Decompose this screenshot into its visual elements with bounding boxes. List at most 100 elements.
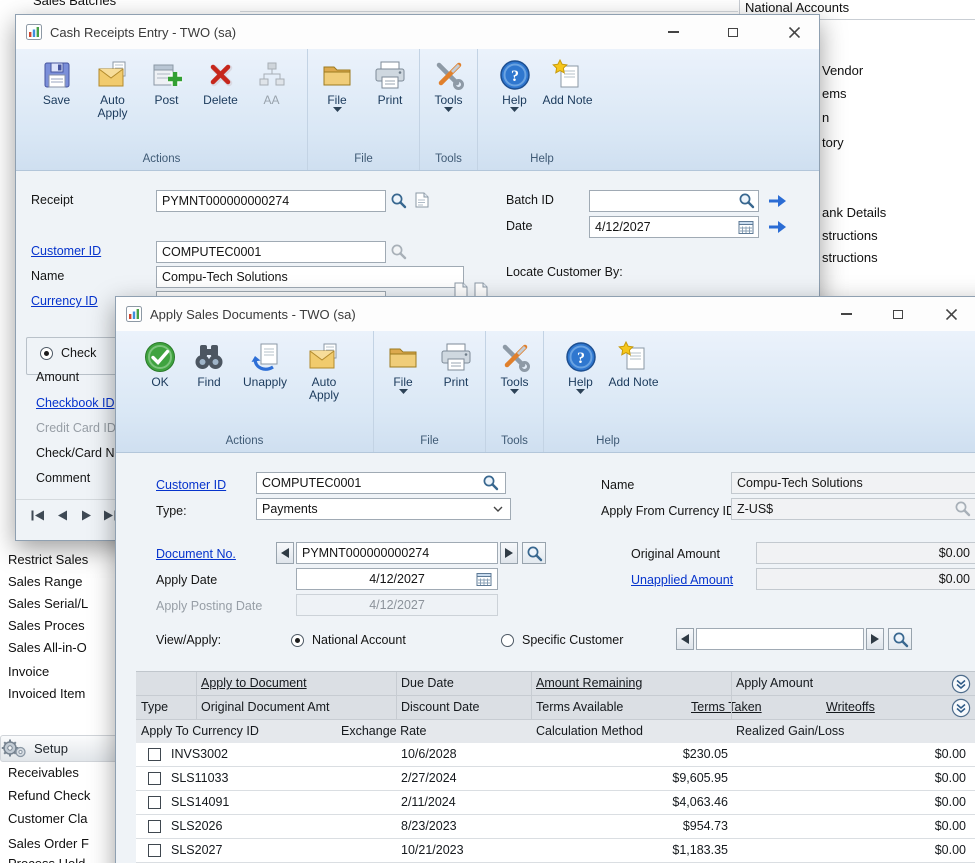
nav-item[interactable]: Customer Cla <box>8 811 87 826</box>
customer-lookup-button[interactable] <box>482 474 499 491</box>
previous-record-button[interactable] <box>52 507 72 524</box>
maximize-button[interactable] <box>708 15 758 49</box>
find-button[interactable]: Find <box>185 338 233 433</box>
tools-button[interactable]: Tools <box>490 338 540 433</box>
currency-id-link[interactable]: Currency ID <box>31 294 98 308</box>
date-goto-button[interactable] <box>768 220 788 234</box>
table-row[interactable]: INVS3002 10/6/2028 $230.05 $0.00 <box>136 743 975 767</box>
maximize-button[interactable] <box>875 297 921 331</box>
expand-rows-button[interactable] <box>951 674 971 694</box>
date-input[interactable] <box>589 216 759 238</box>
nav-item-sales-batches[interactable]: Sales Batches <box>33 0 116 8</box>
row-checkbox[interactable] <box>148 796 161 809</box>
table-row[interactable]: SLS14091 2/11/2024 $4,063.46 $0.00 <box>136 791 975 815</box>
file-button[interactable]: File <box>312 56 362 151</box>
name-field[interactable]: Compu-Tech Solutions <box>156 266 464 288</box>
nav-item[interactable]: Sales All-in-O <box>8 640 87 655</box>
ok-button[interactable]: OK <box>138 338 182 433</box>
table-row[interactable]: SLS11033 2/27/2024 $9,605.95 $0.00 <box>136 767 975 791</box>
table-row[interactable]: SLS2026 8/23/2023 $954.73 $0.00 <box>136 815 975 839</box>
batch-goto-button[interactable] <box>768 194 788 208</box>
help-button[interactable]: ? Help <box>557 338 605 433</box>
minimize-button[interactable] <box>648 15 698 49</box>
row-checkbox[interactable] <box>148 772 161 785</box>
add-note-button[interactable]: Add Note <box>542 56 594 151</box>
document-no-link[interactable]: Document No. <box>156 547 236 561</box>
collapse-rows-button[interactable] <box>951 698 971 718</box>
nav-item[interactable]: Sales Order F <box>8 836 89 851</box>
customer-id-input[interactable] <box>256 472 506 494</box>
table-row[interactable]: SLS2027 10/21/2023 $1,183.35 $0.00 <box>136 839 975 863</box>
post-button[interactable]: Post <box>143 56 191 151</box>
close-button[interactable] <box>928 297 974 331</box>
setup-section-header[interactable]: Setup <box>0 735 133 762</box>
nav-item[interactable]: Sales Proces <box>8 618 85 633</box>
view-lookup-button[interactable] <box>888 628 912 650</box>
receipt-note-button[interactable] <box>414 192 429 208</box>
nav-item-fragment[interactable]: n <box>822 110 829 125</box>
help-button[interactable]: ? Help <box>491 56 539 151</box>
next-document-button[interactable] <box>500 542 518 564</box>
file-button[interactable]: File <box>378 338 428 433</box>
nav-item-fragment[interactable]: Vendor <box>822 63 863 78</box>
nav-item[interactable]: Invoiced Item <box>8 686 85 701</box>
nav-item[interactable]: Refund Check <box>8 788 90 803</box>
receipt-lookup-button[interactable] <box>390 192 407 209</box>
customer-id-link[interactable]: Customer ID <box>156 478 226 492</box>
tools-button[interactable]: Tools <box>424 56 474 151</box>
print-button[interactable]: Print <box>431 338 481 433</box>
unapply-button[interactable]: Unapply <box>236 338 294 433</box>
national-account-radio[interactable] <box>291 634 304 647</box>
type-dropdown[interactable]: Payments <box>256 498 511 520</box>
previous-document-button[interactable] <box>276 542 294 564</box>
checkbook-id-link[interactable]: Checkbook ID <box>36 396 115 410</box>
date-calendar-button[interactable] <box>738 219 754 235</box>
document-lookup-button[interactable] <box>522 542 546 564</box>
apply-date-calendar-button[interactable] <box>476 571 492 587</box>
first-record-button[interactable] <box>28 507 48 524</box>
batch-lookup-button[interactable] <box>738 192 755 209</box>
next-record-button[interactable] <box>76 507 96 524</box>
close-button[interactable] <box>768 15 821 49</box>
batch-id-input[interactable] <box>589 190 759 212</box>
specific-customer-radio[interactable] <box>501 634 514 647</box>
auto-apply-button[interactable]: Auto Apply <box>297 338 351 433</box>
col-apply-to-document[interactable]: Apply to Document <box>201 676 307 690</box>
view-previous-button[interactable] <box>676 628 694 650</box>
row-checkbox[interactable] <box>148 844 161 857</box>
document-no-input[interactable] <box>296 542 498 564</box>
add-note-button[interactable]: Add Note <box>608 338 660 433</box>
view-customer-input[interactable] <box>696 628 864 650</box>
nav-item[interactable]: Restrict Sales <box>8 552 88 567</box>
customer-id-input[interactable] <box>156 241 386 263</box>
apply-titlebar[interactable]: Apply Sales Documents - TWO (sa) <box>116 297 975 331</box>
row-checkbox[interactable] <box>148 748 161 761</box>
nav-item[interactable]: Invoice <box>8 664 49 679</box>
col-amount-remaining[interactable]: Amount Remaining <box>536 676 642 690</box>
print-button[interactable]: Print <box>365 56 415 151</box>
auto-apply-button[interactable]: Auto Apply <box>86 56 140 151</box>
view-next-button[interactable] <box>866 628 884 650</box>
nav-item-fragment[interactable]: tory <box>822 135 844 150</box>
unapplied-amount-link[interactable]: Unapplied Amount <box>631 573 733 587</box>
apply-date-input[interactable] <box>296 568 498 590</box>
nav-item-fragment[interactable]: structions <box>822 250 878 265</box>
nav-item-national-accounts[interactable]: National Accounts <box>745 0 849 15</box>
nav-item[interactable]: Process Hold <box>8 856 85 863</box>
minimize-button[interactable] <box>823 297 869 331</box>
row-checkbox[interactable] <box>148 820 161 833</box>
col-terms-taken[interactable]: Terms Taken <box>691 700 762 714</box>
delete-button[interactable]: Delete <box>194 56 248 151</box>
col-writeoffs[interactable]: Writeoffs <box>826 700 875 714</box>
nav-item[interactable]: Receivables <box>8 765 79 780</box>
nav-item-fragment[interactable]: ank Details <box>822 205 886 220</box>
check-radio[interactable] <box>40 347 53 360</box>
nav-item-fragment[interactable]: ems <box>822 86 847 101</box>
nav-item[interactable]: Sales Range <box>8 574 82 589</box>
customer-id-link[interactable]: Customer ID <box>31 244 101 258</box>
save-button[interactable]: Save <box>31 56 83 151</box>
nav-item[interactable]: Sales Serial/L <box>8 596 88 611</box>
receipt-input[interactable] <box>156 190 386 212</box>
nav-item-fragment[interactable]: structions <box>822 228 878 243</box>
cash-titlebar[interactable]: Cash Receipts Entry - TWO (sa) <box>16 15 819 49</box>
